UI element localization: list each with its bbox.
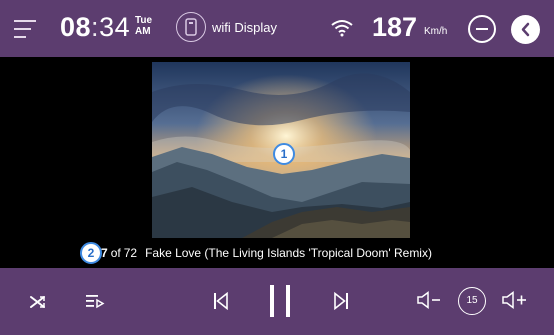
volume-up-icon[interactable] — [501, 291, 529, 309]
clock: 08:34 — [60, 12, 130, 42]
track-title: Fake Love (The Living Islands 'Tropical … — [145, 246, 432, 260]
back-icon — [521, 22, 530, 37]
track-total: 72 — [123, 246, 138, 260]
annotation-marker-1: 1 — [273, 143, 295, 165]
clock-separator: : — [91, 12, 100, 42]
speed-unit: Km/h — [424, 26, 448, 37]
now-playing-line: 7 of 72 Fake Love (The Living Islands 'Trop… — [101, 245, 432, 261]
wifi-display-label: wifi Display — [212, 20, 278, 35]
pause-icon[interactable] — [268, 285, 292, 317]
minimize-icon[interactable] — [468, 15, 496, 43]
back-button[interactable] — [511, 15, 540, 44]
clock-hours: 08 — [60, 12, 92, 42]
wifi-icon — [331, 20, 353, 37]
track-index: 7 — [101, 246, 108, 260]
wifi-display-button[interactable]: wifi Display — [176, 12, 286, 44]
next-icon[interactable] — [333, 292, 349, 310]
menu-icon[interactable] — [14, 18, 38, 40]
wifi-display-circle — [176, 12, 206, 42]
queue-icon[interactable] — [85, 293, 105, 311]
status-bar: 08:34 Tue AM wifi Display 187 Km/h — [0, 0, 554, 57]
day-ampm: Tue AM — [135, 15, 152, 37]
clock-minutes: 34 — [99, 12, 131, 42]
shuffle-icon[interactable] — [29, 294, 47, 310]
speed-value: 187 — [372, 12, 418, 42]
volume-down-icon[interactable] — [416, 291, 442, 309]
day-label: Tue — [135, 15, 153, 26]
ampm-label: AM — [135, 26, 151, 37]
phone-icon — [185, 18, 197, 36]
skip-15-icon[interactable]: 15 — [458, 287, 486, 315]
previous-icon[interactable] — [213, 292, 229, 310]
playback-controls: 15 — [0, 268, 554, 335]
annotation-marker-2: 2 — [80, 242, 102, 264]
track-of: of — [110, 246, 121, 260]
